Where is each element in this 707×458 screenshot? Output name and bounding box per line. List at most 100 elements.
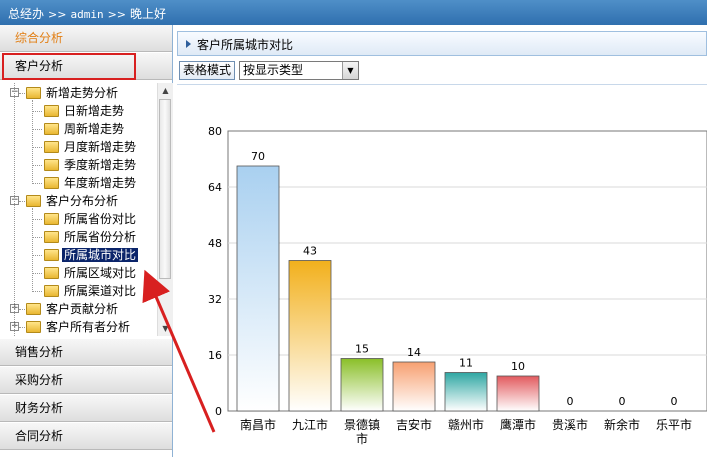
sidebar-item-sales[interactable]: 销售分析 xyxy=(0,339,172,366)
main-content: 客户所属城市对比 表格模式 按显示类型 ▼ 0 16 32 48 64 80 70 南昌市 43… xyxy=(173,25,707,457)
bar-chart: 0 16 32 48 64 80 70 南昌市 43 九江市 15 景德镇市 14 吉安市 11 赣州市 10 鹰… xyxy=(208,125,707,446)
sidebar-item-finance[interactable]: 财务分析 xyxy=(0,395,172,422)
tree-connector xyxy=(32,100,33,184)
y-tick-label: 80 xyxy=(208,125,222,138)
tree-item-label: 新增走势分析 xyxy=(46,86,119,100)
tree-item-label: 年度新增走势 xyxy=(64,176,137,190)
folder-icon xyxy=(26,321,41,333)
tree-item[interactable]: 所属省份对比 xyxy=(44,210,138,228)
x-tick-label: 新余市 xyxy=(604,417,640,432)
x-tick-label: 赣州市 xyxy=(448,417,484,432)
scroll-thumb[interactable] xyxy=(159,99,171,279)
sidebar-item-overview[interactable]: 综合分析 xyxy=(0,25,172,52)
scroll-down-icon[interactable]: ▼ xyxy=(158,321,173,336)
tree-item-label: 周新增走势 xyxy=(64,122,125,136)
tree-connector xyxy=(32,255,42,256)
tree-connector xyxy=(14,83,15,336)
tree-item[interactable]: 新增走势分析 xyxy=(26,84,120,102)
tree-item-label: 所属渠道对比 xyxy=(64,284,137,298)
tree-item[interactable]: 所属城市对比 xyxy=(44,246,139,264)
chart-area: 0 16 32 48 64 80 70 南昌市 43 九江市 15 景德镇市 14 吉安市 11 赣州市 10 鹰… xyxy=(177,84,707,458)
tree-item[interactable]: 日新增走势 xyxy=(44,102,126,120)
tree-connector xyxy=(19,201,25,202)
tree-item-label: 季度新增走势 xyxy=(64,158,137,172)
tree-item[interactable]: 月度新增走势 xyxy=(44,138,138,156)
triangle-right-icon xyxy=(186,40,191,48)
y-tick-label: 16 xyxy=(208,349,222,362)
breadcrumb-org[interactable]: 总经办 xyxy=(8,7,44,21)
x-tick-label: 鹰潭市 xyxy=(500,417,536,432)
tree-item[interactable]: 周新增走势 xyxy=(44,120,126,138)
y-tick-label: 48 xyxy=(208,237,222,250)
tree-item[interactable]: 客户所有者分析 xyxy=(26,318,132,336)
tree-item[interactable]: 客户分布分析 xyxy=(26,192,120,210)
bar xyxy=(340,358,384,412)
data-label: 14 xyxy=(407,346,421,359)
tree-item[interactable]: 年度新增走势 xyxy=(44,174,138,192)
sidebar-item-purchase[interactable]: 采购分析 xyxy=(0,367,172,394)
breadcrumb-separator: >> xyxy=(107,8,127,21)
tree-item[interactable]: 季度新增走势 xyxy=(44,156,138,174)
data-label: 0 xyxy=(619,395,626,408)
bar xyxy=(236,165,280,412)
tree-item[interactable]: 客户贡献分析 xyxy=(26,300,120,318)
folder-icon xyxy=(44,231,59,243)
folder-icon xyxy=(44,159,59,171)
x-tick-label: 贵溪市 xyxy=(552,417,588,432)
tree-connector xyxy=(32,147,42,148)
tree-connector xyxy=(19,93,25,94)
tree-item-label: 所属城市对比 xyxy=(62,248,139,262)
table-mode-button[interactable]: 表格模式 xyxy=(179,61,236,80)
tree-connector xyxy=(32,111,42,112)
tree-item-label: 月度新增走势 xyxy=(64,140,137,154)
sidebar-item-contract[interactable]: 合同分析 xyxy=(0,423,172,450)
data-label: 70 xyxy=(251,150,265,163)
data-label: 15 xyxy=(355,343,369,356)
tree-connector xyxy=(32,273,42,274)
tree-item-label: 所属省份对比 xyxy=(64,212,137,226)
y-tick-label: 64 xyxy=(208,181,222,194)
tree-item[interactable]: 所属省份分析 xyxy=(44,228,138,246)
tree-item-label: 所属省份分析 xyxy=(64,230,137,244)
panel-header: 客户所属城市对比 xyxy=(177,31,707,56)
folder-icon xyxy=(44,285,59,297)
scroll-up-icon[interactable]: ▲ xyxy=(158,83,173,98)
tree-item-label: 客户贡献分析 xyxy=(46,302,119,316)
folder-icon xyxy=(44,177,59,189)
bar xyxy=(496,375,540,412)
display-type-select[interactable]: 按显示类型 ▼ xyxy=(239,61,359,80)
breadcrumb-user[interactable]: admin xyxy=(70,8,103,21)
tree-item-label: 所属区域对比 xyxy=(64,266,137,280)
display-type-value: 按显示类型 xyxy=(243,63,304,77)
bar xyxy=(392,361,436,412)
x-tick-label: 南昌市 xyxy=(240,417,276,432)
tree-item-label: 客户所有者分析 xyxy=(46,320,131,334)
tree-connector xyxy=(19,327,25,328)
folder-icon xyxy=(26,195,41,207)
x-tick-label: 吉安市 xyxy=(396,417,432,432)
x-tick-label: 九江市 xyxy=(292,417,328,432)
folder-icon xyxy=(44,123,59,135)
tree-connector xyxy=(32,129,42,130)
tree-item[interactable]: 所属渠道对比 xyxy=(44,282,138,300)
data-label: 0 xyxy=(567,395,574,408)
breadcrumb-separator: >> xyxy=(48,8,67,21)
x-tick-label: 乐平市 xyxy=(656,417,692,432)
greeting: 晚上好 xyxy=(130,7,167,21)
tree-item-label: 客户分布分析 xyxy=(46,194,119,208)
folder-icon xyxy=(44,141,59,153)
sidebar: 综合分析 客户分析 新增走势分析 − 日新增走势 周新增走势 月度新增走势 季度新增走势年… xyxy=(0,25,173,457)
tree-scrollbar[interactable]: ▲ ▼ xyxy=(157,83,173,336)
chevron-down-icon[interactable]: ▼ xyxy=(342,62,358,79)
y-tick-label: 32 xyxy=(208,293,222,306)
folder-icon xyxy=(44,267,59,279)
tree-item[interactable]: 所属区域对比 xyxy=(44,264,138,282)
tree-connector xyxy=(32,237,42,238)
highlight-box xyxy=(2,53,136,80)
tree-connector xyxy=(32,219,42,220)
panel-title: 客户所属城市对比 xyxy=(197,38,294,52)
data-label: 0 xyxy=(671,395,678,408)
data-label: 11 xyxy=(459,357,473,370)
folder-icon xyxy=(44,249,59,261)
top-bar: 总经办 >> admin >> 晚上好 xyxy=(0,0,707,25)
